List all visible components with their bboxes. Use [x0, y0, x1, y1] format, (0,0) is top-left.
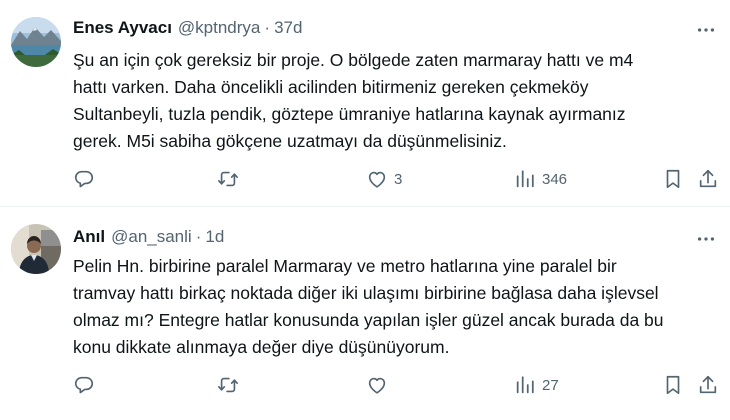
- more-options-button[interactable]: [694, 227, 718, 251]
- bookmark-button[interactable]: [662, 371, 684, 399]
- more-options-button[interactable]: [694, 18, 718, 42]
- share-icon: [699, 375, 717, 394]
- share-button[interactable]: [697, 165, 719, 193]
- avatar[interactable]: [11, 224, 61, 274]
- tweet-text-line: Şu an için çok gereksiz bir proje. O böl…: [73, 50, 634, 70]
- tweet-text-line: hattı varken. Daha öncelikli acilinden b…: [73, 77, 589, 97]
- author-name[interactable]: Enes Ayvacı: [73, 18, 172, 38]
- more-horizontal-icon: [697, 237, 715, 241]
- avatar-image: [11, 17, 61, 67]
- heart-icon: [368, 377, 386, 394]
- views-count: 346: [542, 170, 568, 188]
- tweet-text-line: Pelin Hn. birbirine paralel Marmaray ve …: [73, 256, 617, 276]
- share-button[interactable]: [697, 371, 719, 399]
- reply-icon: [74, 376, 94, 394]
- tweet-actions: 27: [0, 371, 730, 399]
- bookmark-button[interactable]: [662, 165, 684, 193]
- views-count: 27: [542, 376, 559, 394]
- reply-button[interactable]: [73, 165, 101, 193]
- like-button[interactable]: 3: [366, 165, 402, 193]
- tweet-text-line: konu dikkate alınmaya değer diye düşünüy…: [73, 337, 450, 357]
- like-count: 3: [394, 170, 403, 188]
- retweet-icon: [218, 377, 238, 393]
- retweet-icon: [218, 171, 238, 187]
- retweet-button[interactable]: [217, 165, 245, 193]
- bookmark-icon: [666, 169, 680, 189]
- reply-button[interactable]: [73, 371, 101, 399]
- avatar[interactable]: [11, 17, 61, 67]
- timestamp[interactable]: 37d: [274, 18, 302, 38]
- like-button[interactable]: [366, 371, 394, 399]
- tweet-header: Enes Ayvacı @kptndrya · 37d: [73, 16, 302, 40]
- tweet[interactable]: Anıl @an_sanli · 1d Pelin Hn. birbirine …: [0, 208, 730, 420]
- share-icon: [699, 169, 717, 188]
- tweet-divider: [0, 206, 730, 207]
- separator-dot: ·: [195, 227, 202, 246]
- author-name[interactable]: Anıl: [73, 227, 105, 247]
- tweet-text-line: olmaz mı? Entegre hatlar konusunda yapıl…: [73, 310, 664, 330]
- bookmark-icon: [666, 375, 680, 395]
- author-handle[interactable]: @kptndrya: [178, 18, 260, 38]
- avatar-image: [11, 224, 61, 274]
- tweet-text-line: Sultanbeyli, tuzla pendik, göztepe ümran…: [73, 104, 626, 124]
- retweet-button[interactable]: [217, 371, 245, 399]
- author-handle[interactable]: @an_sanli: [111, 227, 192, 247]
- tweet-actions: 3 346: [0, 165, 730, 193]
- separator-dot: ·: [264, 18, 271, 37]
- tweet[interactable]: Enes Ayvacı @kptndrya · 37d Şu an için ç…: [0, 0, 730, 207]
- tweet-text: Pelin Hn. birbirine paralel Marmaray ve …: [73, 253, 713, 361]
- views-icon: [516, 170, 534, 188]
- tweet-text-line: gerek. M5i sabiha gökçene uzatmayı da dü…: [73, 131, 507, 151]
- views-icon: [516, 376, 534, 394]
- tweet-header: Anıl @an_sanli · 1d: [73, 225, 224, 249]
- tweet-text-line: tramvay hattı birkaç noktada diğer iki u…: [73, 283, 659, 303]
- reply-icon: [74, 170, 94, 188]
- timestamp[interactable]: 1d: [205, 227, 224, 247]
- more-horizontal-icon: [697, 28, 715, 32]
- heart-icon: [368, 171, 386, 188]
- tweet-text: Şu an için çok gereksiz bir proje. O böl…: [73, 47, 713, 155]
- views-button[interactable]: 27: [514, 371, 559, 399]
- views-button[interactable]: 346: [514, 165, 567, 193]
